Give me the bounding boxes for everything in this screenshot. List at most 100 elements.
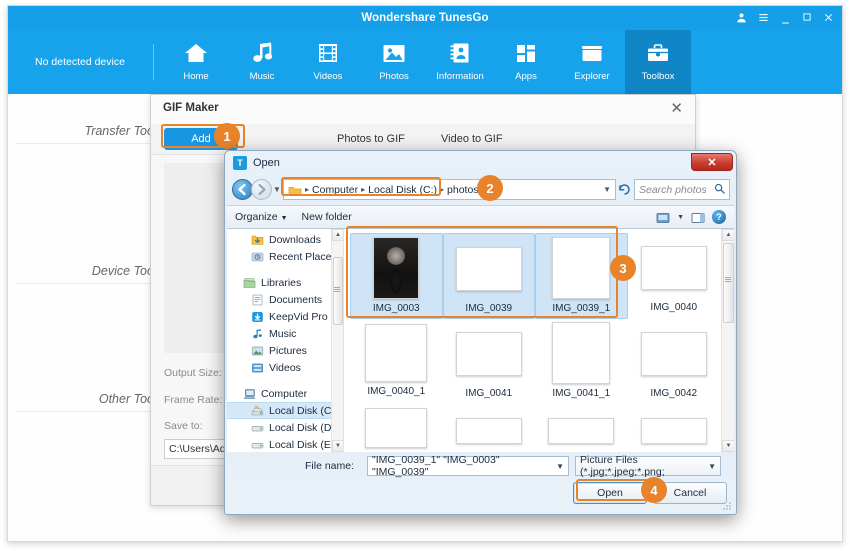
breadcrumb-photos[interactable]: photos — [447, 184, 479, 196]
file-scrollbar-thumb[interactable] — [723, 243, 734, 323]
tab-photos-to-gif[interactable]: Photos to GIF — [337, 133, 405, 145]
tree-item-local-disk-e[interactable]: Local Disk (E:) — [227, 436, 343, 452]
nav-item-explorer[interactable]: Explorer — [559, 30, 625, 94]
file-item-partial-4[interactable] — [628, 405, 721, 452]
group-heading-transfer: Transfer Tools — [84, 124, 163, 138]
scroll-down-icon[interactable]: ▼ — [332, 440, 343, 452]
computer-icon — [243, 388, 256, 400]
file-item-img0041-1[interactable]: IMG_0041_1 — [535, 319, 628, 405]
tree-item-recent-places[interactable]: Recent Places — [227, 248, 343, 265]
scroll-up-icon[interactable]: ▲ — [332, 229, 343, 241]
nav-label-home: Home — [183, 71, 209, 82]
scroll-up-icon[interactable]: ▲ — [722, 229, 734, 241]
close-icon[interactable]: ✕ — [670, 99, 683, 117]
nav-item-music[interactable]: Music — [229, 30, 295, 94]
scroll-down-icon[interactable]: ▼ — [722, 440, 734, 452]
tree-item-pictures[interactable]: Pictures — [227, 342, 343, 359]
organize-menu[interactable]: Organize ▼ — [235, 211, 288, 223]
file-thumbnail — [365, 408, 428, 448]
account-icon[interactable] — [736, 12, 747, 25]
open-dialog-close-button[interactable]: ✕ — [691, 153, 733, 171]
apps-grid-icon — [515, 38, 537, 68]
file-item-img0040-1[interactable]: IMG_0040_1 — [350, 319, 443, 405]
history-dropdown-icon[interactable]: ▼ — [273, 185, 281, 194]
device-status-label: No detected device — [35, 56, 125, 68]
tree-item-music[interactable]: Music — [227, 325, 343, 342]
file-list-scrollbar[interactable]: ▲ ▼ — [721, 229, 734, 452]
tree-scrollbar[interactable]: ▲ ▼ — [331, 229, 343, 452]
tree-label-videos: Videos — [269, 361, 301, 374]
scrollbar-grip — [725, 277, 731, 282]
minimize-button[interactable] — [780, 15, 791, 28]
back-button[interactable] — [232, 179, 253, 200]
tab-video-to-gif[interactable]: Video to GIF — [441, 133, 503, 145]
file-type-select[interactable]: Picture Files (*.jpg;*.jpeg;*.png; ▼ — [575, 454, 721, 478]
file-item-img0040[interactable]: IMG_0040 — [628, 233, 720, 319]
tree-item-videos[interactable]: Videos — [227, 359, 343, 376]
file-name-input[interactable]: "IMG_0039_1" "IMG_0003" "IMG_0039" ▼ — [367, 454, 569, 478]
chevron-down-icon[interactable]: ▼ — [603, 185, 611, 194]
tree-item-keepvid-pro[interactable]: KeepVid Pro — [227, 308, 343, 325]
file-item-partial-3[interactable] — [535, 405, 628, 452]
refresh-icon[interactable] — [618, 183, 631, 199]
file-item-img0041[interactable]: IMG_0041 — [443, 319, 536, 405]
view-mode-icon[interactable] — [656, 211, 670, 223]
file-type-value: Picture Files (*.jpg;*.jpeg;*.png; — [580, 454, 665, 478]
tree-item-libraries[interactable]: Libraries — [227, 274, 343, 291]
tree-label-music: Music — [269, 327, 297, 340]
app-title: Wondershare TunesGo — [361, 12, 489, 24]
badge-2: 2 — [477, 175, 503, 201]
nav-item-home[interactable]: Home — [163, 30, 229, 94]
file-label: IMG_0042 — [650, 388, 698, 399]
close-button[interactable] — [823, 12, 834, 25]
magnifier-icon — [714, 183, 725, 197]
documents-icon — [251, 294, 264, 306]
keepvid-icon — [251, 311, 264, 323]
open-dialog-title: Open — [253, 157, 280, 169]
nav-item-toolbox[interactable]: Toolbox — [625, 30, 691, 94]
new-folder-button[interactable]: New folder — [302, 211, 352, 223]
file-label: IMG_0041_1 — [552, 388, 611, 399]
maximize-button[interactable] — [802, 12, 812, 25]
tree-item-documents[interactable]: Documents — [227, 291, 343, 308]
forward-button[interactable] — [251, 179, 272, 200]
tree-item-local-disk-d[interactable]: Local Disk (D:) — [227, 419, 343, 436]
file-item-partial-2[interactable] — [443, 405, 536, 452]
title-bar: Wondershare TunesGo — [8, 6, 842, 30]
tree-item-computer[interactable]: Computer — [227, 385, 343, 402]
file-row: IMG_0040_1 IMG_0041 IMG_0041_1 IMG_0042 — [350, 319, 720, 405]
file-item-img0042[interactable]: IMG_0042 — [628, 319, 721, 405]
view-mode-caret-icon[interactable]: ▼ — [677, 214, 684, 221]
nav-item-videos[interactable]: Videos — [295, 30, 361, 94]
tree-label-local-disk-d: Local Disk (D:) — [269, 421, 338, 434]
tree-label-documents: Documents — [269, 293, 323, 306]
nav-item-apps[interactable]: Apps — [493, 30, 559, 94]
recent-places-icon — [251, 251, 264, 263]
nav-label-apps: Apps — [515, 71, 537, 82]
file-label: IMG_0040 — [650, 302, 698, 313]
window-controls — [736, 6, 834, 30]
tree-label-libraries: Libraries — [261, 276, 302, 289]
tree-label-recent-places: Recent Places — [269, 250, 337, 263]
tree-item-local-disk-c[interactable]: Local Disk (C:) — [227, 402, 343, 419]
chevron-down-icon[interactable]: ▼ — [556, 462, 564, 471]
help-icon[interactable]: ? — [712, 210, 726, 224]
nav-item-information[interactable]: Information — [427, 30, 493, 94]
chevron-down-icon[interactable]: ▼ — [708, 462, 716, 471]
file-item-partial-1[interactable] — [350, 405, 443, 452]
drive-icon — [251, 439, 264, 451]
file-thumbnail — [640, 332, 707, 376]
tree-item-downloads[interactable]: Downloads — [227, 231, 343, 248]
file-label: IMG_0040_1 — [367, 386, 426, 397]
tree-gap — [227, 376, 343, 385]
badge-3: 3 — [610, 255, 636, 281]
resize-grip[interactable] — [721, 500, 731, 510]
search-input[interactable]: Search photos — [634, 179, 730, 200]
nav-item-photos[interactable]: Photos — [361, 30, 427, 94]
menu-icon[interactable] — [758, 12, 769, 25]
tree-label-downloads: Downloads — [269, 233, 321, 246]
preview-pane-icon[interactable] — [691, 211, 705, 223]
file-thumbnail — [548, 418, 615, 444]
downloads-icon — [251, 234, 264, 246]
file-label: IMG_0041 — [465, 388, 513, 399]
